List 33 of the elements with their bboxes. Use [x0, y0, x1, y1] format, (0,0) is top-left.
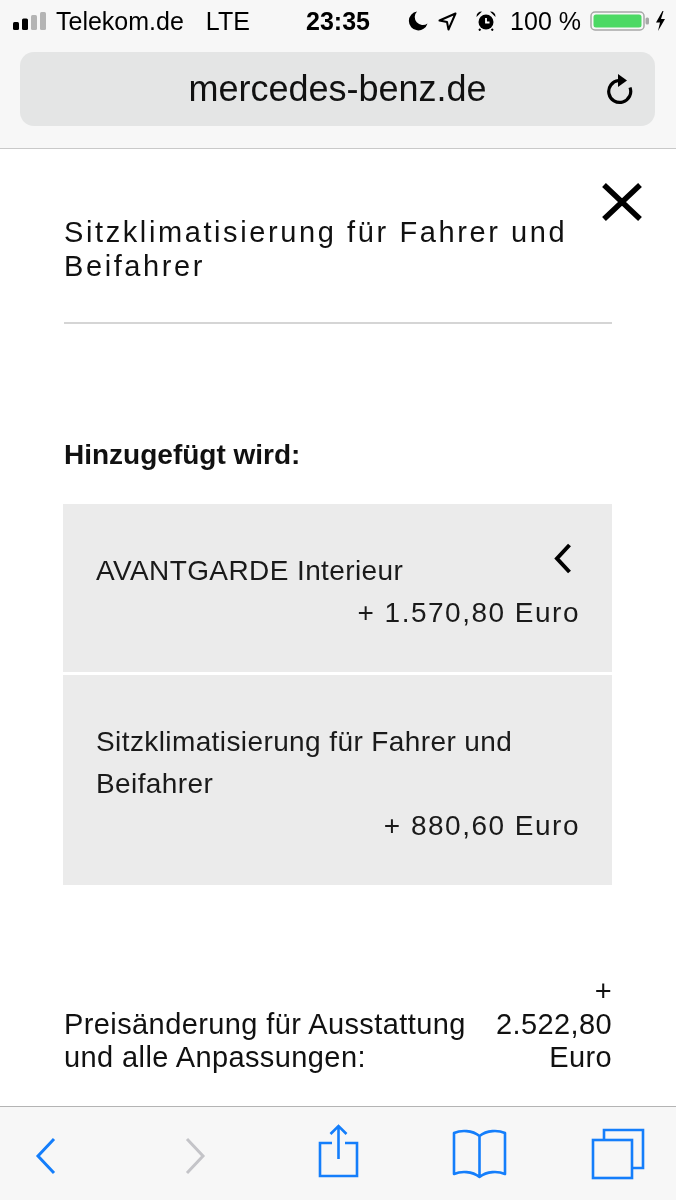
chevron-left-icon[interactable]	[554, 543, 572, 574]
clock-time: 23:35	[306, 6, 370, 36]
battery-icon	[590, 11, 650, 31]
back-button[interactable]	[35, 1136, 56, 1175]
carrier-name: Telekom.de	[56, 6, 184, 36]
network-type: LTE	[205, 6, 250, 36]
dialog-title: Sitzklimatisierung für Fahrer und Beifahrer	[64, 215, 569, 283]
reload-icon	[605, 73, 635, 105]
chevron-left-icon	[35, 1136, 56, 1175]
alarm-clock-icon	[476, 11, 497, 31]
battery-percentage: 100 %	[510, 6, 581, 36]
close-icon	[600, 183, 644, 221]
item-price: + 880,60 Euro	[383, 809, 580, 843]
charging-bolt-icon	[655, 11, 666, 31]
tabs-button[interactable]	[591, 1127, 645, 1180]
total-label: Preisänderung für Ausstattung und alle Anpassungen:	[64, 1008, 467, 1074]
moon-icon	[408, 11, 429, 31]
share-button[interactable]	[318, 1123, 359, 1178]
item-name: AVANTGARDE Interieur	[96, 554, 405, 588]
signal-icon	[13, 12, 47, 30]
address-field[interactable]: mercedes-benz.de	[20, 52, 655, 126]
book-icon	[452, 1128, 507, 1179]
location-arrow-icon	[438, 11, 458, 31]
close-button[interactable]	[600, 183, 644, 221]
tabs-icon	[591, 1127, 645, 1180]
chevron-right-icon	[185, 1136, 206, 1175]
item-name: Sitzklimatisierung für Fahrer und Beifahrer	[96, 725, 514, 801]
item-price: + 1.570,80 Euro	[357, 596, 580, 630]
reload-button[interactable]	[605, 73, 635, 105]
section-heading: Hinzugefügt wird:	[64, 438, 301, 472]
bookmarks-button[interactable]	[452, 1128, 507, 1179]
share-icon	[318, 1123, 359, 1178]
total-price: + 2.522,80 Euro	[494, 975, 612, 1074]
